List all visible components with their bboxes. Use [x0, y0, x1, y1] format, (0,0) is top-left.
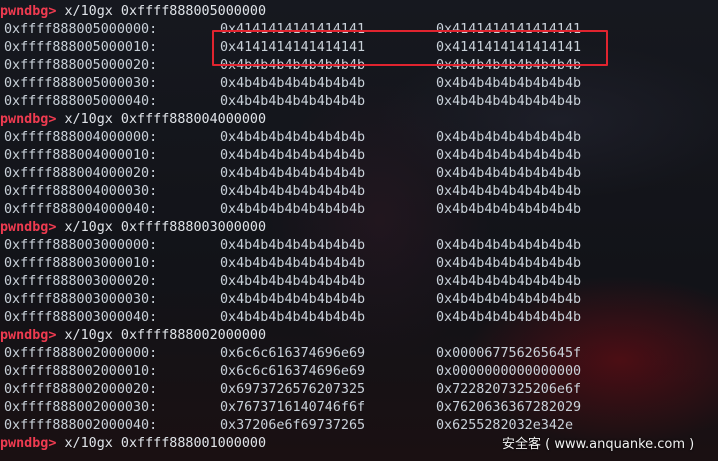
memory-address: 0xffff888005000000: — [4, 22, 158, 37]
prompt-label: pwndbg> — [0, 220, 57, 235]
memory-value: 0x6c6c616374696e69 — [220, 364, 366, 379]
memory-value: 0x4b4b4b4b4b4b4b4b — [436, 166, 582, 181]
memory-address: 0xffff888003000030: — [4, 292, 158, 307]
memory-value: 0x4b4b4b4b4b4b4b4b — [220, 238, 366, 253]
memory-value: 0x000067756265645f — [436, 346, 582, 361]
memory-value: 0x4b4b4b4b4b4b4b4b — [220, 184, 366, 199]
memory-row: 0xffff888002000030: 0x7673716140746f6f 0x7… — [0, 399, 718, 417]
memory-value: 0x4b4b4b4b4b4b4b4b — [436, 292, 582, 307]
memory-row: 0xffff888004000020: 0x4b4b4b4b4b4b4b4b 0x4… — [0, 165, 718, 183]
memory-address: 0xffff888004000040: — [4, 202, 158, 217]
memory-address: 0xffff888004000030: — [4, 184, 158, 199]
prompt-line: pwndbg> x/10gx 0xffff888003000000 — [0, 219, 718, 237]
memory-address: 0xffff888002000010: — [4, 364, 158, 379]
memory-value: 0x4b4b4b4b4b4b4b4b — [436, 148, 582, 163]
memory-row: 0xffff888004000010: 0x4b4b4b4b4b4b4b4b 0x4… — [0, 147, 718, 165]
memory-value: 0x4b4b4b4b4b4b4b4b — [220, 130, 366, 145]
memory-address: 0xffff888005000030: — [4, 76, 158, 91]
memory-value: 0x6973726576207325 — [220, 382, 366, 397]
memory-row: 0xffff888002000020: 0x6973726576207325 0x7… — [0, 381, 718, 399]
prompt-line: pwndbg> x/10gx 0xffff888002000000 — [0, 327, 718, 345]
memory-row: 0xffff888002000010: 0x6c6c616374696e69 0x0… — [0, 363, 718, 381]
memory-address: 0xffff888003000010: — [4, 256, 158, 271]
memory-address: 0xffff888004000000: — [4, 130, 158, 145]
memory-address: 0xffff888002000040: — [4, 418, 158, 433]
memory-row: 0xffff888003000020: 0x4b4b4b4b4b4b4b4b 0x4… — [0, 273, 718, 291]
command-text: x/10gx 0xffff888002000000 — [64, 328, 267, 343]
memory-row: 0xffff888003000000: 0x4b4b4b4b4b4b4b4b 0x4… — [0, 237, 718, 255]
memory-value: 0x4b4b4b4b4b4b4b4b — [436, 256, 582, 271]
memory-row: 0xffff888004000040: 0x4b4b4b4b4b4b4b4b 0x4… — [0, 201, 718, 219]
prompt-label: pwndbg> — [0, 328, 57, 343]
memory-address: 0xffff888002000020: — [4, 382, 158, 397]
memory-address: 0xffff888002000030: — [4, 400, 158, 415]
prompt-label: pwndbg> — [0, 436, 57, 451]
memory-row: 0xffff888005000040: 0x4b4b4b4b4b4b4b4b 0x4… — [0, 93, 718, 111]
memory-address: 0xffff888004000020: — [4, 166, 158, 181]
memory-value: 0x4b4b4b4b4b4b4b4b — [220, 94, 366, 109]
memory-value: 0x4b4b4b4b4b4b4b4b — [220, 310, 366, 325]
watermark-text: 安全客 ( www.anquanke.com ) — [502, 437, 695, 452]
command-text: x/10gx 0xffff888004000000 — [64, 112, 267, 127]
memory-value: 0x4b4b4b4b4b4b4b4b — [220, 148, 366, 163]
memory-address: 0xffff888003000000: — [4, 238, 158, 253]
memory-value: 0x6c6c616374696e69 — [220, 346, 366, 361]
memory-address: 0xffff888003000040: — [4, 310, 158, 325]
memory-row: 0xffff888003000030: 0x4b4b4b4b4b4b4b4b 0x4… — [0, 291, 718, 309]
memory-value: 0x4b4b4b4b4b4b4b4b — [436, 238, 582, 253]
memory-row: 0xffff888003000010: 0x4b4b4b4b4b4b4b4b 0x4… — [0, 255, 718, 273]
memory-value: 0x0000000000000000 — [436, 364, 582, 379]
memory-value: 0x4b4b4b4b4b4b4b4b — [436, 202, 582, 217]
prompt-line: pwndbg> x/10gx 0xffff888004000000 — [0, 111, 718, 129]
terminal-output[interactable]: pwndbg> x/10gx 0xffff888005000000 0xffff… — [0, 0, 718, 461]
memory-row: 0xffff888002000000: 0x6c6c616374696e69 0x0… — [0, 345, 718, 363]
memory-value: 0x7228207325206e6f — [436, 382, 582, 397]
highlight-box — [212, 30, 608, 66]
memory-value: 0x4b4b4b4b4b4b4b4b — [436, 310, 582, 325]
command-text: x/10gx 0xffff888001000000 — [64, 436, 267, 451]
command-text: x/10gx 0xffff888005000000 — [64, 4, 267, 19]
memory-value: 0x4b4b4b4b4b4b4b4b — [220, 256, 366, 271]
memory-address: 0xffff888002000000: — [4, 346, 158, 361]
memory-value: 0x4b4b4b4b4b4b4b4b — [220, 292, 366, 307]
memory-value: 0x4b4b4b4b4b4b4b4b — [436, 184, 582, 199]
memory-address: 0xffff888005000040: — [4, 94, 158, 109]
memory-value: 0x7620636367282029 — [436, 400, 582, 415]
memory-value: 0x7673716140746f6f — [220, 400, 366, 415]
memory-row: 0xffff888004000030: 0x4b4b4b4b4b4b4b4b 0x4… — [0, 183, 718, 201]
memory-value: 0x37206e6f69737265 — [220, 418, 366, 433]
memory-value: 0x4b4b4b4b4b4b4b4b — [436, 274, 582, 289]
memory-row: 0xffff888005000030: 0x4b4b4b4b4b4b4b4b 0x4… — [0, 75, 718, 93]
command-text: x/10gx 0xffff888003000000 — [64, 220, 267, 235]
prompt-line: pwndbg> x/10gx 0xffff888005000000 — [0, 3, 718, 21]
memory-address: 0xffff888005000020: — [4, 58, 158, 73]
memory-value: 0x4b4b4b4b4b4b4b4b — [220, 274, 366, 289]
memory-row: 0xffff888003000040: 0x4b4b4b4b4b4b4b4b 0x4… — [0, 309, 718, 327]
memory-value: 0x4b4b4b4b4b4b4b4b — [436, 76, 582, 91]
memory-value: 0x4b4b4b4b4b4b4b4b — [436, 130, 582, 145]
memory-address: 0xffff888005000010: — [4, 40, 158, 55]
memory-address: 0xffff888004000010: — [4, 148, 158, 163]
memory-address: 0xffff888003000020: — [4, 274, 158, 289]
memory-value: 0x4b4b4b4b4b4b4b4b — [220, 76, 366, 91]
prompt-label: pwndbg> — [0, 4, 57, 19]
memory-value: 0x4b4b4b4b4b4b4b4b — [436, 94, 582, 109]
memory-value: 0x4b4b4b4b4b4b4b4b — [220, 202, 366, 217]
memory-row: 0xffff888004000000: 0x4b4b4b4b4b4b4b4b 0x4… — [0, 129, 718, 147]
prompt-label: pwndbg> — [0, 112, 57, 127]
memory-value: 0x4b4b4b4b4b4b4b4b — [220, 166, 366, 181]
